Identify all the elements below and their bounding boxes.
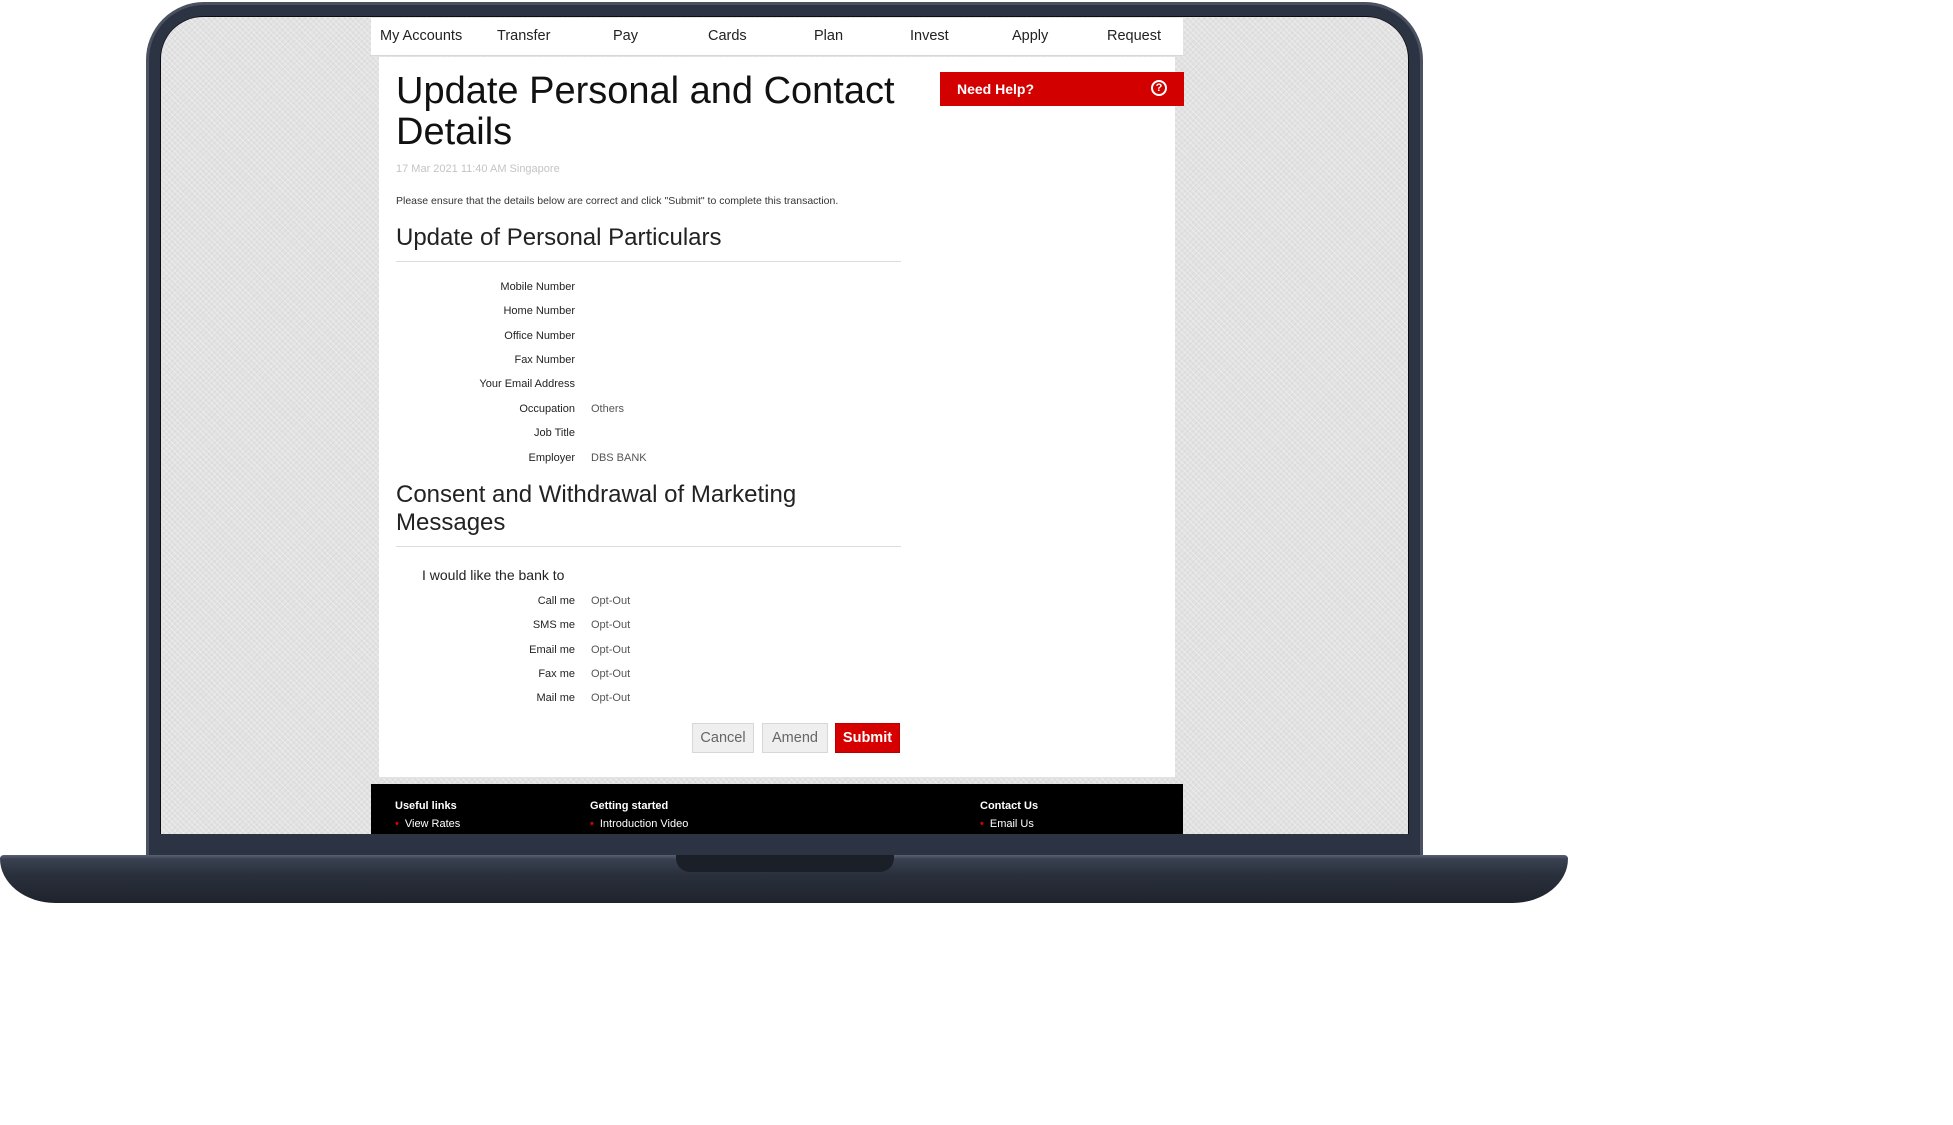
nav-transfer[interactable]: Transfer [497, 18, 550, 56]
bullet-icon: • [590, 818, 594, 830]
footer-link-introduction-video[interactable]: Introduction Video [600, 818, 688, 830]
consent-value-fax: Opt-Out [591, 668, 631, 680]
page-title: Update Personal and Contact Details [396, 70, 895, 153]
nav-invest[interactable]: Invest [910, 18, 949, 56]
footer-link-view-rates[interactable]: View Rates [405, 818, 460, 830]
personal-particulars-heading: Update of Personal Particulars [396, 224, 901, 262]
footer-col-contact-us: Contact Us • Email Us [980, 800, 1038, 830]
consent-value-mail: Opt-Out [591, 692, 631, 704]
field-label-occupation: Occupation [519, 403, 575, 415]
need-help-bar[interactable]: Need Help? ? [940, 72, 1184, 106]
consent-value-email: Opt-Out [591, 644, 631, 656]
field-label-home-number: Home Number [503, 305, 575, 317]
footer-heading: Getting started [590, 800, 669, 812]
top-navigation: My Accounts Transfer Pay Cards Plan Inve… [371, 18, 1183, 56]
consent-label-mail: Mail me [536, 692, 575, 704]
instruction-text: Please ensure that the details below are… [396, 195, 839, 207]
field-label-email-address: Your Email Address [479, 378, 575, 390]
consent-label-sms: SMS me [532, 619, 575, 631]
nav-plan[interactable]: Plan [814, 18, 843, 56]
consent-label-email: Email me [529, 644, 575, 656]
need-help-label: Need Help? [957, 81, 1035, 97]
bullet-icon: • [980, 818, 984, 830]
laptop-base-notch [676, 855, 894, 872]
footer-link-item[interactable]: • Introduction Video [590, 818, 688, 830]
footer-col-useful-links: Useful links • View Rates [395, 800, 460, 830]
consent-intro: I would like the bank to [422, 567, 565, 583]
nav-apply[interactable]: Apply [1012, 18, 1048, 56]
footer-link-item[interactable]: • View Rates [395, 818, 460, 830]
field-label-job-title: Job Title [534, 427, 575, 439]
nav-request[interactable]: Request [1107, 18, 1161, 56]
bullet-icon: • [395, 818, 399, 830]
consent-label-call: Call me [537, 595, 575, 607]
field-label-employer: Employer [528, 452, 575, 464]
nav-pay[interactable]: Pay [613, 18, 638, 56]
consent-value-sms: Opt-Out [591, 619, 631, 631]
consent-heading: Consent and Withdrawal of Marketing Mess… [396, 481, 901, 547]
timestamp: 17 Mar 2021 11:40 AM Singapore [396, 163, 560, 175]
footer: Useful links • View Rates Getting started… [371, 784, 1183, 834]
field-label-mobile-number: Mobile Number [500, 281, 575, 293]
amend-button[interactable]: Amend [762, 723, 828, 753]
footer-heading: Contact Us [980, 800, 1039, 812]
nav-cards[interactable]: Cards [708, 18, 747, 56]
question-circle-icon[interactable]: ? [1151, 80, 1167, 96]
laptop-screen: My Accounts Transfer Pay Cards Plan Inve… [161, 17, 1408, 834]
nav-my-accounts[interactable]: My Accounts [380, 18, 462, 56]
submit-button[interactable]: Submit [835, 723, 900, 753]
footer-link-item[interactable]: • Email Us [980, 818, 1038, 830]
footer-link-email-us[interactable]: Email Us [990, 818, 1034, 830]
field-label-office-number: Office Number [504, 330, 575, 342]
consent-value-call: Opt-Out [591, 595, 631, 607]
footer-col-getting-started: Getting started • Introduction Video [590, 800, 688, 830]
main-content: Update Personal and Contact Details 17 M… [379, 57, 1175, 777]
footer-heading: Useful links [395, 800, 457, 812]
cancel-button[interactable]: Cancel [692, 723, 754, 753]
field-value-employer: DBS BANK [591, 452, 647, 464]
consent-label-fax: Fax me [538, 668, 575, 680]
field-label-fax-number: Fax Number [514, 354, 575, 366]
field-value-occupation: Others [591, 403, 625, 415]
